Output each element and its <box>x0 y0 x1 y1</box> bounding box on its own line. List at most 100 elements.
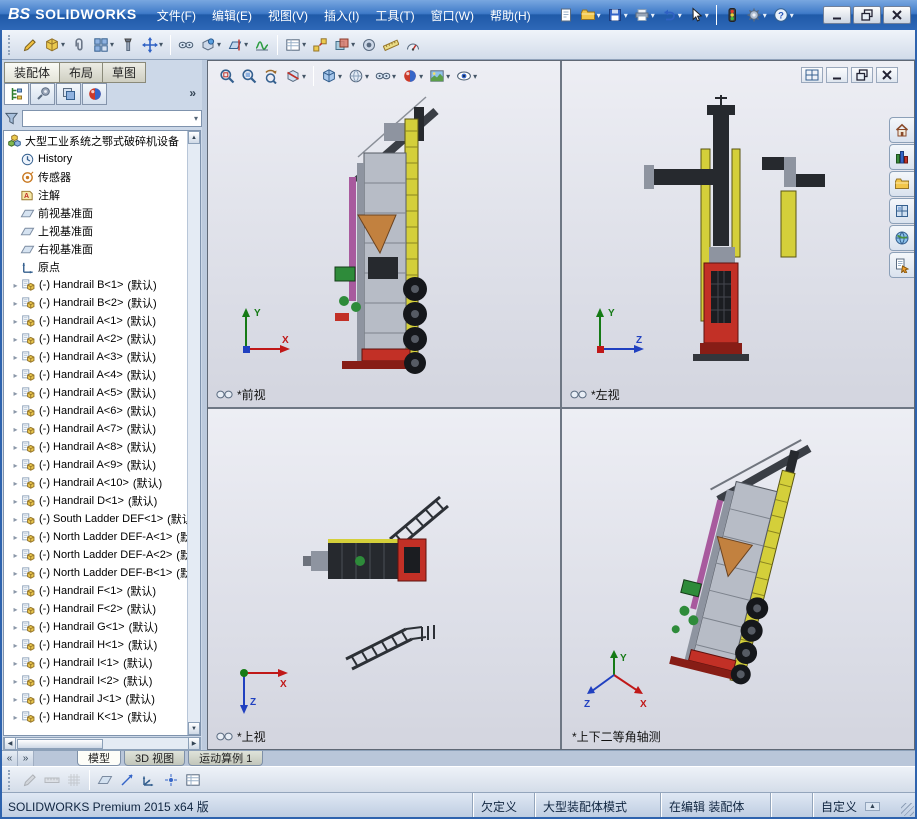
expand-icon[interactable]: ▸ <box>10 587 21 596</box>
dropdown-caret-icon[interactable]: ▾ <box>419 72 423 81</box>
tab-scroll-button-1[interactable]: » <box>18 751 34 766</box>
menu-window[interactable]: 窗口(W) <box>423 3 482 28</box>
expand-icon[interactable]: ▸ <box>10 605 21 614</box>
expand-icon[interactable]: ▸ <box>10 299 21 308</box>
bill-of-materials-button[interactable]: ▾ <box>283 34 308 56</box>
move-component-button[interactable]: ▾ <box>140 34 165 56</box>
file-explorer-tab[interactable] <box>889 171 914 197</box>
dropdown-caret-icon[interactable]: ▾ <box>597 11 601 20</box>
menu-file[interactable]: 文件(F) <box>149 3 204 28</box>
document-tab-3d-views[interactable]: 3D 视图 <box>124 751 186 766</box>
toolbar-grip[interactable] <box>8 34 13 55</box>
custom-properties-tab[interactable] <box>889 252 914 278</box>
expand-icon[interactable]: ▸ <box>10 713 21 722</box>
tree-item-right-plane[interactable]: 右视基准面 <box>4 240 187 258</box>
tree-component-14[interactable]: ▸ (-) North Ladder DEF-A<1>(默认) <box>4 528 187 546</box>
dropdown-caret-icon[interactable]: ▾ <box>302 72 306 81</box>
select-button[interactable]: ▾ <box>686 5 711 25</box>
edit-appearance-button[interactable]: ▾ <box>400 66 425 86</box>
print-button[interactable]: ▾ <box>632 5 657 25</box>
sketch-button[interactable] <box>20 769 40 791</box>
expand-icon[interactable]: ▸ <box>10 461 21 470</box>
viewport-left[interactable]: Y Z *左视 <box>562 61 914 407</box>
dropdown-caret-icon[interactable]: ▾ <box>392 72 396 81</box>
dropdown-caret-icon[interactable]: ▾ <box>338 72 342 81</box>
resize-grip[interactable] <box>901 803 914 816</box>
tree-component-10[interactable]: ▸ (-) Handrail A<9> (默认) <box>4 456 187 474</box>
tree-component-22[interactable]: ▸ (-) Handrail I<2> (默认) <box>4 672 187 690</box>
tree-component-18[interactable]: ▸ (-) Handrail F<2> (默认) <box>4 600 187 618</box>
previous-view-button[interactable] <box>261 66 281 86</box>
tree-item-front-plane[interactable]: 前视基准面 <box>4 204 187 222</box>
tree-item-top-plane[interactable]: 上视基准面 <box>4 222 187 240</box>
scroll-right-icon[interactable]: ▶ <box>188 737 200 750</box>
tree-component-19[interactable]: ▸ (-) Handrail G<1> (默认) <box>4 618 187 636</box>
options-button[interactable]: ▾ <box>744 5 769 25</box>
expand-icon[interactable]: ▸ <box>10 569 21 578</box>
tree-item-origin[interactable]: 原点 <box>4 258 187 276</box>
expand-icon[interactable]: ▸ <box>10 335 21 344</box>
save-button[interactable]: ▾ <box>605 5 630 25</box>
toolbar-grip[interactable] <box>8 769 13 790</box>
viewport-isometric[interactable]: Y X Z *上下二等角轴测 <box>562 409 914 749</box>
tree-component-1[interactable]: ▸ (-) Handrail B<2> (默认) <box>4 294 187 312</box>
grid-settings-button[interactable] <box>64 769 84 791</box>
mate-button[interactable] <box>69 34 89 56</box>
dropdown-caret-icon[interactable]: ▾ <box>705 11 709 20</box>
viewport-front[interactable]: Y X *前视 <box>208 61 560 407</box>
menu-edit[interactable]: 编辑(E) <box>204 3 260 28</box>
tree-component-16[interactable]: ▸ (-) North Ladder DEF-B<1>(默认) <box>4 564 187 582</box>
expand-icon[interactable]: ▸ <box>10 659 21 668</box>
dropdown-caret-icon[interactable]: ▾ <box>446 72 450 81</box>
panel-tab-layout[interactable]: 布局 <box>60 62 104 83</box>
viewport-layout-button[interactable] <box>801 67 823 83</box>
minimize-view-button[interactable] <box>826 67 848 83</box>
zoom-to-area-button[interactable] <box>239 66 259 86</box>
tree-component-7[interactable]: ▸ (-) Handrail A<6> (默认) <box>4 402 187 420</box>
expand-icon[interactable]: ▸ <box>10 353 21 362</box>
expand-icon[interactable]: ▸ <box>10 281 21 290</box>
tree-component-12[interactable]: ▸ (-) Handrail D<1> (默认) <box>4 492 187 510</box>
expand-icon[interactable]: ▸ <box>10 317 21 326</box>
expand-icon[interactable]: ▸ <box>10 533 21 542</box>
filter-caret-icon[interactable]: ▾ <box>194 114 198 123</box>
menu-help[interactable]: 帮助(H) <box>482 3 539 28</box>
menu-view[interactable]: 视图(V) <box>260 3 316 28</box>
tree-component-3[interactable]: ▸ (-) Handrail A<2> (默认) <box>4 330 187 348</box>
measure-button[interactable] <box>381 34 401 56</box>
tab-scroll-button-0[interactable]: « <box>2 751 18 766</box>
help-button[interactable]: ? ▾ <box>771 5 796 25</box>
dropdown-caret-icon[interactable]: ▾ <box>244 40 248 49</box>
tree-item-annotations[interactable]: A 注解 <box>4 186 187 204</box>
scroll-down-icon[interactable]: ▼ <box>188 722 200 735</box>
dropdown-caret-icon[interactable]: ▾ <box>302 40 306 49</box>
status-cell-4[interactable]: 自定义 ▲ <box>812 793 898 819</box>
appearances-scenes-tab[interactable] <box>889 225 914 251</box>
close-window-button[interactable] <box>883 6 911 24</box>
dropdown-caret-icon[interactable]: ▾ <box>473 72 477 81</box>
tree-component-15[interactable]: ▸ (-) North Ladder DEF-A<2>(默认) <box>4 546 187 564</box>
new-motion-study-button[interactable] <box>252 34 272 56</box>
expand-icon[interactable]: ▸ <box>10 551 21 560</box>
performance-evaluation-button[interactable] <box>403 34 423 56</box>
dropdown-caret-icon[interactable]: ▾ <box>790 11 794 20</box>
tree-component-5[interactable]: ▸ (-) Handrail A<4> (默认) <box>4 366 187 384</box>
dropdown-caret-icon[interactable]: ▾ <box>217 40 221 49</box>
display-manager-tab[interactable] <box>82 83 107 105</box>
tree-component-23[interactable]: ▸ (-) Handrail J<1> (默认) <box>4 690 187 708</box>
scroll-up-icon[interactable]: ▲ <box>188 131 200 144</box>
property-manager-tab[interactable] <box>30 83 55 105</box>
design-library-tab[interactable] <box>889 144 914 170</box>
tree-component-13[interactable]: ▸ (-) South Ladder DEF<1>(默认) <box>4 510 187 528</box>
tree-component-11[interactable]: ▸ (-) Handrail A<10> (默认) <box>4 474 187 492</box>
tree-component-24[interactable]: ▸ (-) Handrail K<1> (默认) <box>4 708 187 726</box>
reference-axis-button[interactable] <box>117 769 137 791</box>
reference-point-button[interactable] <box>161 769 181 791</box>
apply-scene-button[interactable]: ▾ <box>427 66 452 86</box>
menu-tools[interactable]: 工具(T) <box>367 3 422 28</box>
expand-icon[interactable]: ▸ <box>10 677 21 686</box>
dropdown-caret-icon[interactable]: ▾ <box>624 11 628 20</box>
rebuild-button[interactable] <box>722 5 742 25</box>
panel-splitter[interactable] <box>202 60 207 750</box>
solidworks-resources-tab[interactable] <box>889 117 914 143</box>
